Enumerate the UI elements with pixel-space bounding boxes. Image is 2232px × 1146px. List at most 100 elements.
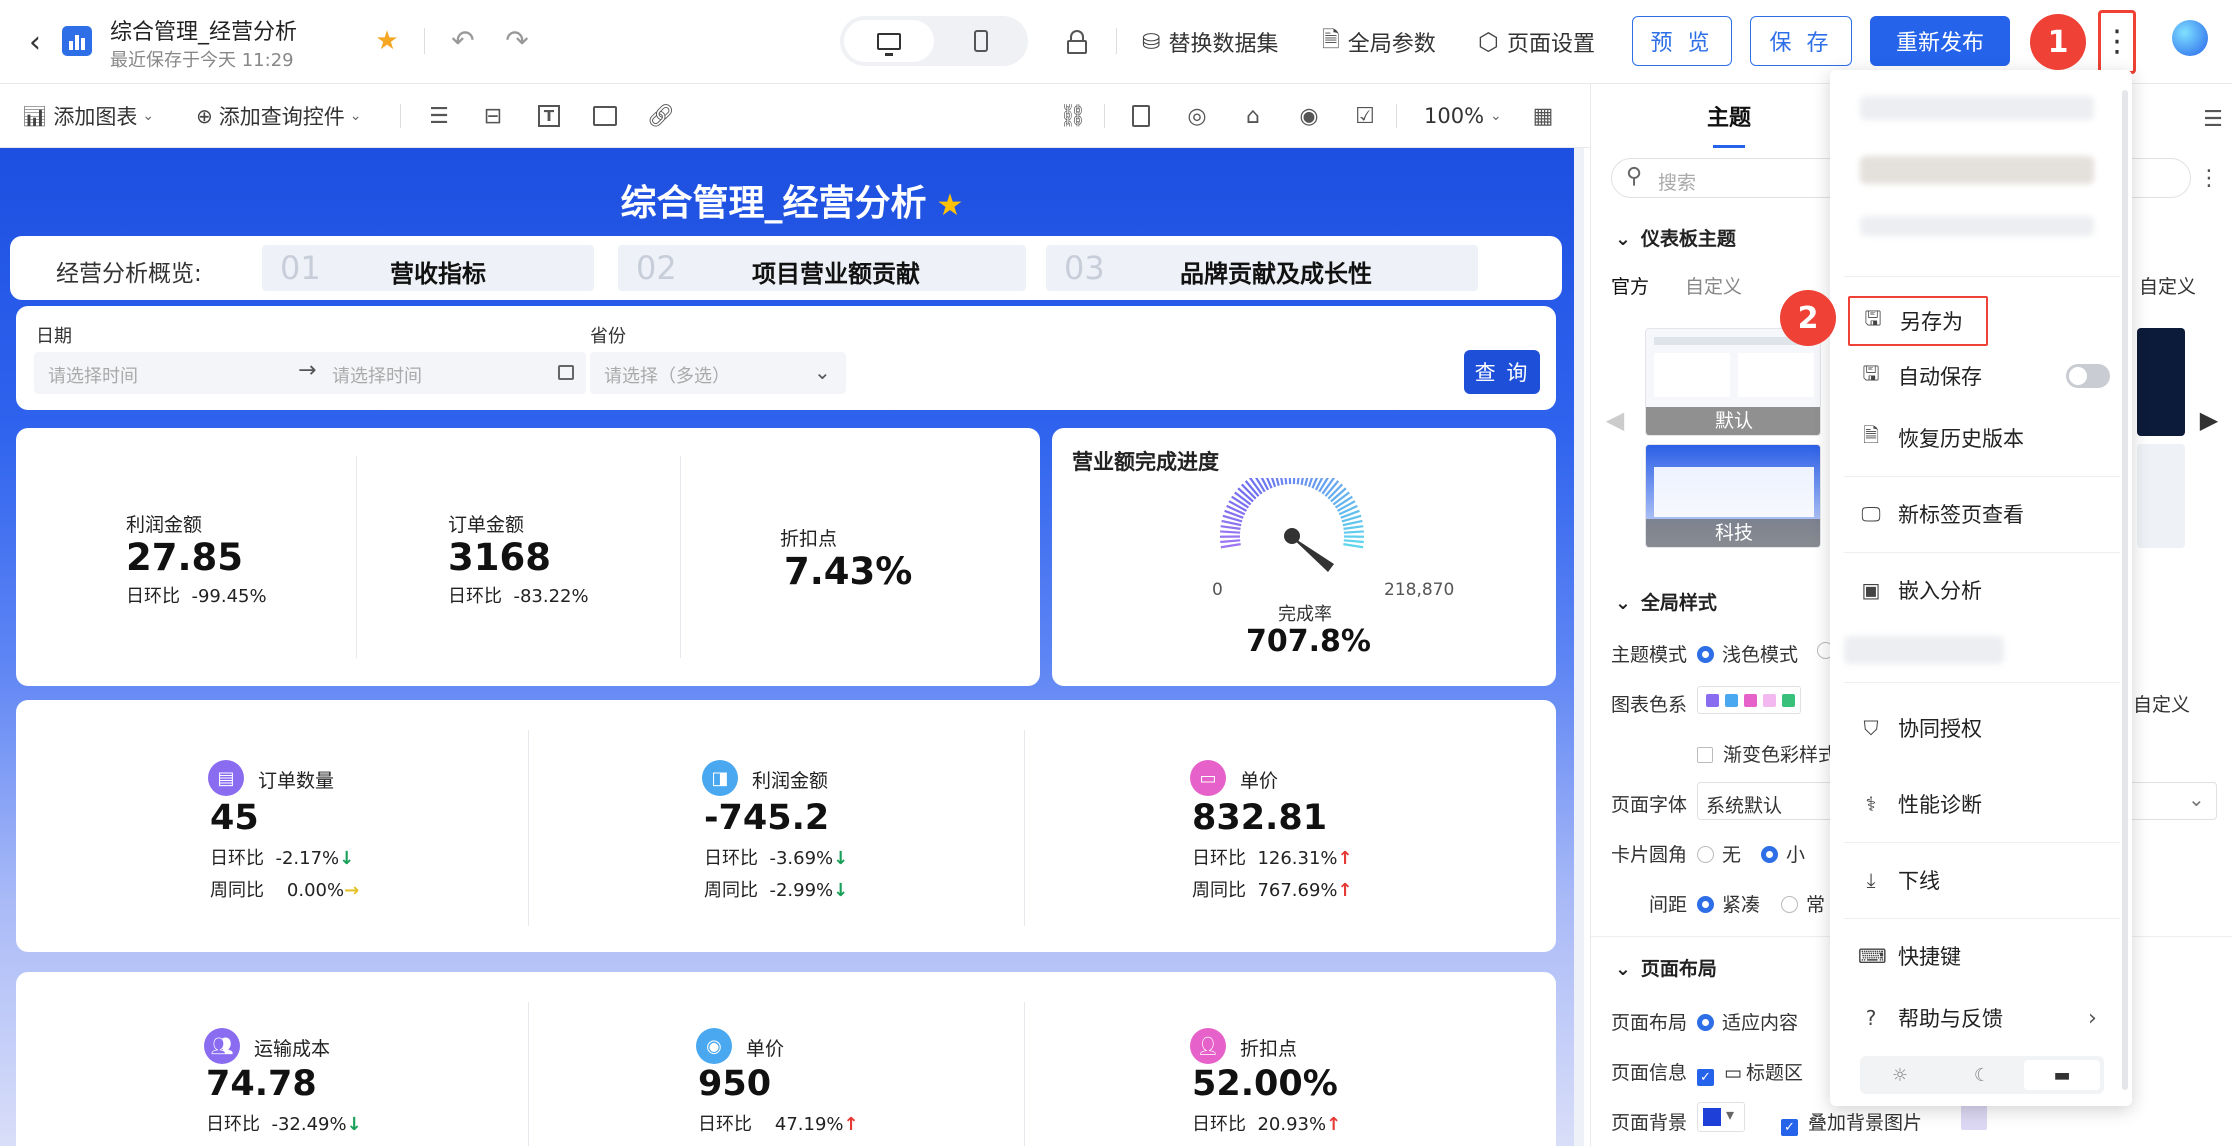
sun-icon[interactable]: ☼	[1860, 1056, 1940, 1094]
tab-component-icon[interactable]: ⊟	[478, 98, 508, 134]
visibility-icon[interactable]: ◉	[1294, 98, 1324, 134]
page-font-label: 页面字体	[1611, 794, 1688, 816]
undo-icon[interactable]: ↶	[446, 22, 480, 58]
kpi-label: 折扣点	[780, 528, 838, 550]
global-style-section[interactable]: ⌄ 全局样式	[1615, 588, 1717, 615]
page-layout-section[interactable]: ⌄ 页面布局	[1615, 954, 1717, 981]
tab-official[interactable]: 官方	[1611, 272, 1649, 299]
nav-tab-project[interactable]: 02 项目营业额贡献	[618, 245, 1026, 291]
theme-thumb-tech[interactable]: 科技	[1645, 444, 1821, 548]
spacing-compact-radio[interactable]: 紧凑	[1697, 890, 1760, 917]
layout-fit-radio[interactable]: 适应内容	[1697, 1008, 1798, 1035]
republish-button[interactable]: 重新发布	[1870, 16, 2010, 66]
menu-embed[interactable]: ▣ 嵌入分析	[1858, 570, 2118, 610]
panel-collapse-icon[interactable]: ☰	[2199, 102, 2227, 136]
preview-button[interactable]: 预 览	[1632, 16, 1732, 66]
menu-restore-history[interactable]: 🗎 恢复历史版本	[1858, 418, 2118, 458]
blurred-user-item	[1860, 156, 2094, 184]
save-button[interactable]: 保 存	[1750, 16, 1852, 66]
light-mode-radio[interactable]: 浅色模式	[1697, 640, 1798, 667]
image-component-icon[interactable]	[590, 98, 620, 134]
custom-palette-button[interactable]: 自定义	[2133, 690, 2190, 717]
menu-collab-auth[interactable]: ⛉ 协同授权	[1858, 708, 2118, 748]
document-icon[interactable]	[1126, 98, 1156, 134]
check-box-icon[interactable]: ☑	[1350, 98, 1380, 134]
start-date-input[interactable]: 请选择时间	[48, 362, 138, 388]
tab-theme[interactable]: 主题	[1699, 100, 1759, 148]
gradient-checkbox[interactable]: 渐变色彩样式	[1697, 740, 1837, 767]
link-icon[interactable]: 🔗︎	[646, 98, 676, 134]
nav-tab-brand[interactable]: 03 品牌贡献及成长性	[1046, 245, 1478, 291]
theme-thumb-dark[interactable]	[2137, 328, 2185, 436]
redo-icon[interactable]: ↷	[500, 22, 534, 58]
gauge-tick	[1220, 530, 1241, 534]
province-select[interactable]: 请选择（多选） ⌄	[590, 352, 846, 394]
end-date-input[interactable]: 请选择时间	[332, 362, 422, 388]
spacing-normal-radio[interactable]: 常	[1781, 890, 1825, 917]
title-area-checkbox[interactable]: ✓ ▭ 标题区	[1697, 1058, 1803, 1086]
carousel-next-icon[interactable]: ▶	[2199, 402, 2219, 438]
custom-theme-link[interactable]: 自定义	[2139, 272, 2196, 299]
menu-help-feedback[interactable]: ? 帮助与反馈 ›	[1858, 998, 2118, 1038]
canvas-scrollbar[interactable]	[1574, 148, 1584, 1146]
page-settings-button[interactable]: ⬡ 页面设置	[1478, 24, 1595, 60]
data-alert-icon[interactable]: ◎	[1182, 98, 1212, 134]
palette-swatch	[1744, 693, 1757, 707]
app-title: 综合管理_经营分析	[110, 20, 298, 45]
gauge-chart	[1219, 478, 1365, 572]
search-icon: ⚲	[1626, 164, 1643, 189]
dash-theme-section[interactable]: ⌄ 仪表板主题	[1615, 224, 1736, 251]
divider	[1396, 104, 1397, 128]
nav-tab-revenue[interactable]: 01 营收指标	[262, 245, 594, 291]
kpi-label: 运输成本	[254, 1038, 331, 1060]
back-chevron-icon[interactable]: ‹	[22, 24, 48, 60]
moon-icon[interactable]: ☾	[1942, 1056, 2022, 1094]
add-chart-button[interactable]: 📊︎ 添加图表 ⌄	[22, 100, 154, 132]
last-saved-text: 最近保存于今天 11:29	[110, 50, 294, 71]
gauge-tick	[1342, 519, 1363, 527]
text-component-icon[interactable]: T	[534, 98, 564, 134]
filter-component-icon[interactable]: ☰	[424, 98, 454, 134]
menu-perf-diagnosis[interactable]: ⚕ 性能诊断	[1858, 784, 2118, 824]
component-library-icon[interactable]: ⌂	[1238, 98, 1268, 134]
add-query-control-button[interactable]: ⊕ 添加查询控件 ⌄	[196, 100, 362, 132]
date-range-picker[interactable]: 请选择时间 → 请选择时间	[34, 352, 586, 394]
arrow-up-icon: ↑	[1326, 1114, 1342, 1135]
assistant-avatar-icon[interactable]	[2172, 20, 2208, 56]
grid-layout-icon[interactable]: ▦	[1528, 98, 1558, 134]
lock-icon[interactable]	[1060, 22, 1094, 62]
arrow-down-icon: ↓	[833, 848, 849, 869]
add-bg-image-checkbox[interactable]: ✓ 叠加背景图片	[1781, 1108, 1922, 1136]
link-settings-icon[interactable]: ⛓	[1058, 98, 1088, 134]
global-params-button[interactable]: 🗎 全局参数	[1322, 24, 1436, 60]
chart-color-palette[interactable]	[1697, 686, 1801, 714]
divider	[424, 28, 425, 54]
system-display-icon[interactable]: ▬	[2024, 1060, 2100, 1090]
menu-offline[interactable]: ⤓ 下线	[1858, 860, 2118, 900]
page-bg-color-picker[interactable]: ▾	[1697, 1102, 1745, 1132]
blurred-item	[1844, 636, 2004, 664]
chevron-right-icon: ›	[2088, 1005, 2097, 1031]
theme-thumb-light[interactable]	[2137, 444, 2185, 548]
menu-shortcuts[interactable]: ⌨ 快捷键	[1858, 936, 2118, 976]
kpi-delta-day: 日环比 126.31%↑	[1192, 848, 1353, 869]
favorite-star-icon[interactable]: ★	[372, 24, 402, 58]
theme-thumb-default[interactable]: 默认	[1645, 328, 1821, 436]
menu-scrollbar[interactable]	[2122, 90, 2128, 1090]
carousel-prev-icon[interactable]: ◀	[1605, 402, 1625, 438]
arrow-down-icon: ↓	[833, 880, 849, 901]
zoom-select[interactable]: 100% ⌄	[1424, 100, 1502, 132]
auto-save-toggle[interactable]	[2066, 364, 2110, 388]
menu-save-as[interactable]: 🖫 另存为	[1848, 296, 1988, 346]
chevron-down-icon: ⌄	[2188, 787, 2205, 811]
tab-custom[interactable]: 自定义	[1685, 272, 1742, 299]
desktop-view-toggle[interactable]	[844, 20, 934, 62]
query-button[interactable]: 查 询	[1464, 350, 1540, 394]
replace-dataset-button[interactable]: ⛁ 替换数据集	[1142, 24, 1278, 60]
menu-new-tab[interactable]: 🖵 新标签页查看	[1858, 494, 2118, 534]
more-menu-button[interactable]: ⋮	[2098, 10, 2136, 74]
radius-small-radio[interactable]: 小	[1761, 840, 1805, 867]
radius-none-radio[interactable]: 无	[1697, 840, 1741, 867]
more-options-icon[interactable]: ⋮	[2197, 158, 2221, 198]
mobile-view-toggle[interactable]	[936, 20, 1026, 62]
